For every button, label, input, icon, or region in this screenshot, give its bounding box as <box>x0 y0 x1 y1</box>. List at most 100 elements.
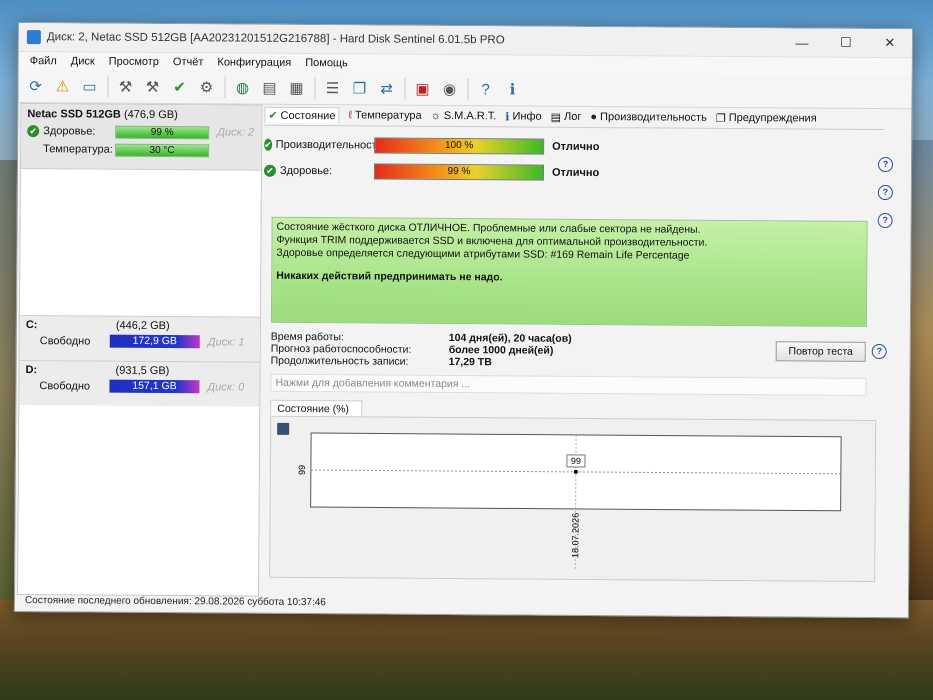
performance-bar: 100 % <box>374 137 545 155</box>
disk-size: (476,9 GB) <box>123 108 178 122</box>
network-drive-icon[interactable]: ▤ <box>256 75 282 101</box>
toolbar-separator <box>224 76 226 99</box>
tab-label: Производительность <box>600 111 707 124</box>
tab-label: S.M.A.R.T. <box>443 109 497 123</box>
info-icon[interactable]: ℹ <box>499 76 525 102</box>
copy-icon[interactable]: ❐ <box>346 75 372 101</box>
health-chart: 99 18.07.2026 99 <box>269 415 877 582</box>
help-icon[interactable]: ? <box>871 343 887 360</box>
toolbar-separator <box>107 75 109 98</box>
maximize-button[interactable]: ☐ <box>824 29 868 57</box>
check-icon: ✔ <box>268 109 278 122</box>
partition-disk: Диск: 0 <box>207 380 245 394</box>
status-description: Состояние жёсткого диска ОТЛИЧНОЕ. Пробл… <box>270 216 868 327</box>
help-icon[interactable]: ? <box>472 76 498 102</box>
test-ok-icon[interactable]: ✔ <box>166 74 192 100</box>
info-icon: ℹ <box>505 110 510 123</box>
check-icon: ✔ <box>263 164 277 177</box>
tab-label: Предупреждения <box>728 111 817 125</box>
health-bar: 99 % <box>115 125 210 139</box>
check-icon: ✔ <box>27 125 40 138</box>
warning-icon[interactable]: ⚠ <box>49 73 75 99</box>
partition-disk: Диск: 1 <box>207 335 245 349</box>
help-icon[interactable]: ? <box>877 185 893 201</box>
temperature-label: Температура: <box>43 143 113 156</box>
free-space-bar: 157,1 GB <box>109 379 200 394</box>
comment-input[interactable]: Нажми для добавления комментария ... <box>270 373 867 396</box>
menu-help[interactable]: Помощь <box>298 57 355 69</box>
health-label: Здоровье: <box>279 164 333 178</box>
tab-label: Температура <box>354 109 422 122</box>
disk-list-pane: Netac SSD 512GB (476,9 GB) ✔ Здоровье: 9… <box>16 103 263 597</box>
partition-letter: D: <box>25 364 38 377</box>
main-pane: ✔ Состояние ℓ Температура ☼ S.M.A.R.T. ℹ Инф… <box>261 104 894 599</box>
chart-icon[interactable]: ▣ <box>409 76 435 102</box>
smart-icon: ☼ <box>430 109 441 122</box>
tab-status[interactable]: ✔ Состояние <box>264 106 340 124</box>
help-icon[interactable]: ? <box>877 157 894 173</box>
writes-label: Продолжительность записи: <box>270 354 409 368</box>
tab-smart[interactable]: ☼ S.M.A.R.T. <box>431 110 497 122</box>
partition-size: (931,5 GB) <box>115 364 170 378</box>
menu-view[interactable]: Просмотр <box>102 56 166 68</box>
help-icon[interactable]: ? <box>877 213 893 229</box>
free-space-bar: 172,9 GB <box>109 334 200 349</box>
tab-performance[interactable]: ● Производительность <box>590 111 707 124</box>
health-bar: 99 % <box>373 163 545 181</box>
toolbar-separator <box>404 77 406 100</box>
usb-icon[interactable]: ▦ <box>283 75 309 101</box>
partition-size: (446,2 GB) <box>115 319 170 333</box>
app-window: Диск: 2, Netac SSD 512GB [AA20231201512G… <box>13 22 913 619</box>
partition-letter: C: <box>25 319 38 332</box>
retest-button[interactable]: Повтор теста <box>775 341 866 362</box>
log-icon: ▤ <box>550 111 562 124</box>
tab-health-chart[interactable]: Состояние (%) <box>270 399 363 418</box>
minimize-button[interactable]: — <box>780 28 824 56</box>
close-button[interactable]: ✕ <box>868 29 912 57</box>
window-title: Диск: 2, Netac SSD 512GB [AA20231201512G… <box>46 31 505 47</box>
partition-item-c[interactable]: C: (446,2 GB) Свободно 172,9 GB Диск: 1 <box>19 315 260 362</box>
writes-value: 17,29 TB <box>448 356 492 369</box>
test-icon[interactable]: ⚒ <box>112 74 138 100</box>
disk-name: Netac SSD 512GB <box>27 108 121 121</box>
tab-label: Состояние <box>280 109 336 122</box>
chart-x-tick-label: 18.07.2026 <box>570 513 580 558</box>
performance-label: Производительность: <box>275 138 386 152</box>
share-icon[interactable]: ⇄ <box>373 75 399 101</box>
drive-icon[interactable]: ▭ <box>76 73 102 99</box>
toolbar-separator <box>467 78 469 101</box>
health-label: Здоровье: <box>43 125 96 138</box>
app-icon <box>26 30 41 45</box>
refresh-icon[interactable]: ⟳ <box>22 73 48 99</box>
alerts-icon: ❐ <box>715 112 726 125</box>
disk-info: Время работы: 104 дня(ей), 20 часа(ов) Пр… <box>271 331 572 369</box>
status-recommendation: Никаких действий предпринимать не надо. <box>276 269 503 284</box>
sound-icon[interactable]: ◉ <box>436 76 462 102</box>
test-extended-icon[interactable]: ⚒ <box>139 74 165 100</box>
menu-file[interactable]: Файл <box>23 55 64 67</box>
health-metric: ✔ Здоровье: 99 % Отлично <box>263 160 884 186</box>
health-status: Отлично <box>551 166 600 180</box>
menu-configuration[interactable]: Конфигурация <box>210 56 298 69</box>
tab-log[interactable]: ▤ Лог <box>551 110 582 123</box>
performance-icon: ● <box>590 110 598 124</box>
check-icon: ✔ <box>264 138 272 151</box>
test-settings-icon[interactable]: ⚙ <box>193 74 219 100</box>
chart-data-label: 99 <box>571 456 581 466</box>
globe-icon[interactable]: ◍ <box>229 74 255 100</box>
chart-y-tick-label: 99 <box>297 465 307 475</box>
thermometer-icon: ℓ <box>348 109 353 122</box>
tab-temperature[interactable]: ℓ Температура <box>348 109 421 122</box>
disk-item[interactable]: Netac SSD 512GB (476,9 GB) ✔ Здоровье: 9… <box>20 104 262 171</box>
partition-item-d[interactable]: D: (931,5 GB) Свободно 157,1 GB Диск: 0 <box>19 360 260 407</box>
report-icon[interactable]: ☰ <box>319 75 345 101</box>
forecast-value: более 1000 дней(ей) <box>448 344 554 357</box>
tab-bar: ✔ Состояние ℓ Температура ☼ S.M.A.R.T. ℹ Инф… <box>264 104 885 131</box>
tab-label: Инфо <box>512 110 542 123</box>
tab-info[interactable]: ℹ Инфо <box>505 110 541 123</box>
menu-disk[interactable]: Диск <box>64 55 102 67</box>
free-label: Свободно <box>39 334 91 348</box>
menu-report[interactable]: Отчёт <box>166 56 211 68</box>
tab-alerts[interactable]: ❐ Предупреждения <box>716 111 817 125</box>
performance-metric: ✔ Производительность: 100 % Отлично <box>264 134 884 160</box>
